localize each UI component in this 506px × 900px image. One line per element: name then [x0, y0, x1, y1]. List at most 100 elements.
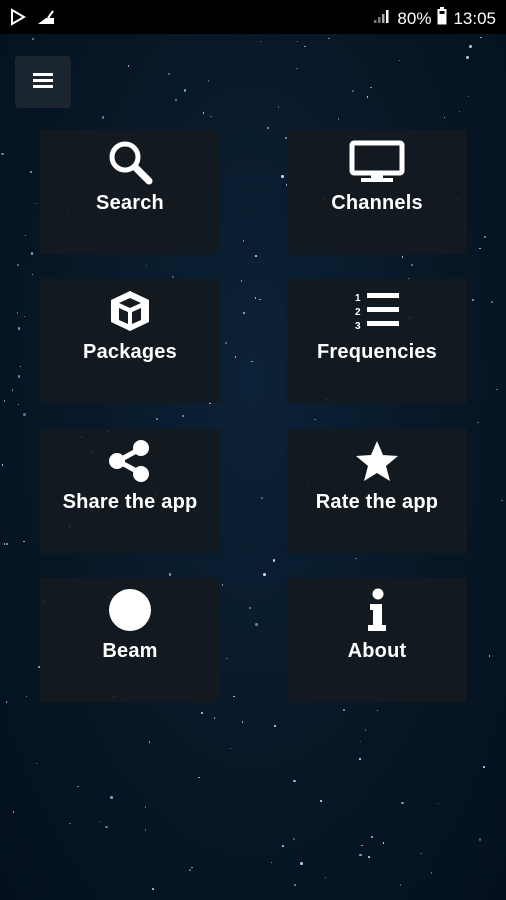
star — [469, 45, 472, 48]
hamburger-menu-button[interactable] — [15, 56, 71, 108]
star — [242, 240, 245, 242]
star — [202, 112, 205, 114]
star — [296, 40, 299, 43]
star — [25, 695, 28, 698]
star — [168, 73, 170, 75]
star — [382, 842, 385, 844]
star — [145, 264, 148, 267]
star — [32, 38, 34, 40]
star — [144, 806, 147, 808]
star — [23, 540, 25, 542]
circle-icon — [108, 588, 152, 637]
search-icon — [107, 139, 153, 190]
android-notification-icon — [36, 8, 56, 31]
share-icon — [108, 439, 152, 488]
star — [3, 400, 6, 402]
star — [458, 110, 461, 113]
star — [352, 90, 354, 92]
star — [328, 37, 330, 40]
star — [282, 845, 284, 847]
star — [261, 497, 263, 499]
svg-text:1: 1 — [355, 293, 361, 304]
hamburger-menu-icon — [32, 71, 54, 94]
star — [471, 298, 475, 302]
star — [35, 202, 38, 205]
star — [144, 829, 147, 831]
star — [213, 717, 216, 719]
packages-label: Packages — [83, 341, 177, 363]
about-tile[interactable]: About — [287, 578, 467, 702]
star — [293, 779, 296, 783]
signal-icon — [373, 8, 391, 29]
star — [201, 712, 203, 714]
star — [490, 300, 494, 304]
star — [77, 785, 79, 788]
star — [376, 709, 379, 712]
star — [24, 234, 27, 237]
star — [466, 56, 469, 59]
star — [467, 95, 470, 98]
star — [300, 862, 303, 865]
star — [480, 36, 482, 39]
star — [17, 375, 21, 378]
star — [240, 280, 243, 282]
channels-tile[interactable]: Channels — [287, 130, 467, 254]
search-tile[interactable]: Search — [40, 130, 220, 254]
star — [496, 388, 498, 391]
star — [398, 59, 400, 62]
star — [224, 341, 228, 345]
star — [320, 800, 322, 802]
share-tile[interactable]: Share the app — [40, 429, 220, 553]
star — [127, 65, 130, 67]
beam-label: Beam — [102, 640, 158, 662]
star — [292, 837, 296, 841]
packages-tile[interactable]: Packages — [40, 279, 220, 403]
star — [479, 247, 481, 250]
star — [371, 836, 373, 838]
numbered-list-icon: 1 2 3 — [353, 290, 401, 337]
star — [105, 825, 108, 829]
star — [16, 312, 19, 314]
star — [359, 740, 362, 743]
star — [437, 802, 440, 805]
star — [234, 356, 237, 358]
star — [191, 866, 193, 869]
star — [501, 499, 503, 502]
star — [484, 236, 486, 238]
battery-icon — [437, 7, 447, 30]
about-label: About — [347, 640, 407, 662]
star — [401, 256, 404, 258]
beam-tile[interactable]: Beam — [40, 578, 220, 702]
star — [399, 884, 402, 886]
rate-label: Rate the app — [315, 491, 439, 513]
star — [35, 762, 38, 765]
star — [207, 80, 210, 82]
star — [229, 747, 232, 750]
star — [324, 876, 327, 879]
star — [281, 175, 284, 178]
star — [277, 106, 279, 108]
frequencies-tile[interactable]: 1 2 3 Frequencies — [287, 279, 467, 403]
star — [198, 776, 200, 779]
frequencies-label: Frequencies — [316, 341, 438, 363]
star — [267, 127, 269, 129]
rate-tile[interactable]: Rate the app — [287, 429, 467, 553]
search-label: Search — [96, 192, 164, 214]
star — [99, 820, 102, 823]
star — [19, 365, 22, 368]
star — [255, 623, 258, 626]
star — [241, 721, 244, 723]
battery-percent: 80% — [397, 8, 432, 28]
star — [255, 255, 257, 257]
share-label: Share the app — [62, 491, 198, 513]
star — [12, 811, 15, 813]
star — [254, 297, 257, 299]
star-icon — [354, 439, 400, 488]
status-bar: 80% 13:05 — [0, 0, 506, 34]
star — [243, 312, 245, 314]
star — [148, 741, 151, 743]
star — [152, 888, 154, 890]
star — [342, 708, 346, 712]
star — [259, 40, 262, 43]
star — [274, 725, 276, 727]
